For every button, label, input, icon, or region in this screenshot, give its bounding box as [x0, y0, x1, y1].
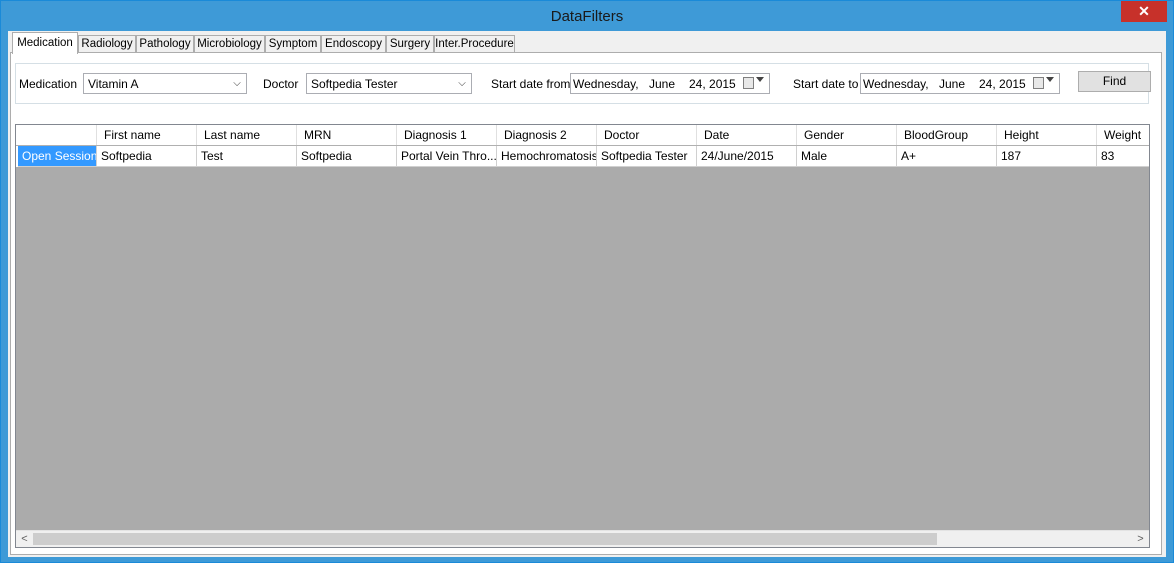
- cell-gender[interactable]: Male: [797, 146, 897, 167]
- cell-height[interactable]: 187: [997, 146, 1097, 167]
- cell-date[interactable]: 24/June/2015: [697, 146, 797, 167]
- tab-pathology[interactable]: Pathology: [136, 35, 194, 53]
- close-button[interactable]: ✕: [1121, 1, 1167, 22]
- start-to-day-year: 24, 2015: [979, 77, 1026, 91]
- calendar-icon[interactable]: [743, 77, 754, 89]
- tab-radiology[interactable]: Radiology: [78, 35, 136, 53]
- column-header-first-name[interactable]: First name: [97, 125, 197, 145]
- column-header-date[interactable]: Date: [697, 125, 797, 145]
- scroll-right-icon[interactable]: >: [1132, 531, 1149, 547]
- column-header-diagnosis-2[interactable]: Diagnosis 2: [497, 125, 597, 145]
- start-date-to-picker[interactable]: Wednesday, June 24, 2015: [860, 73, 1060, 94]
- tab-inter-procedure[interactable]: Inter.Procedure: [434, 35, 515, 53]
- scroll-left-icon[interactable]: <: [16, 531, 33, 547]
- grid-header-row: First name Last name MRN Diagnosis 1 Dia…: [16, 125, 1149, 146]
- dropdown-arrow-icon[interactable]: [1046, 77, 1054, 82]
- calendar-icon[interactable]: [1033, 77, 1044, 89]
- doctor-value: Softpedia Tester: [311, 77, 398, 91]
- medication-label: Medication: [19, 77, 78, 91]
- cell-first-name[interactable]: Softpedia: [97, 146, 197, 167]
- start-date-from-picker[interactable]: Wednesday, June 24, 2015: [570, 73, 770, 94]
- medication-dropdown[interactable]: Vitamin A ⌵: [83, 73, 247, 94]
- start-date-from-label: Start date from: [491, 77, 571, 91]
- window-title: DataFilters: [550, 8, 624, 25]
- results-grid[interactable]: First name Last name MRN Diagnosis 1 Dia…: [15, 124, 1150, 548]
- open-session-cell[interactable]: Open Session: [18, 146, 97, 167]
- medication-value: Vitamin A: [88, 77, 139, 91]
- tab-medication[interactable]: Medication: [12, 32, 78, 54]
- find-button[interactable]: Find: [1078, 71, 1151, 92]
- column-header-height[interactable]: Height: [997, 125, 1097, 145]
- scrollbar-thumb[interactable]: [33, 533, 937, 545]
- cell-last-name[interactable]: Test: [197, 146, 297, 167]
- column-header-action[interactable]: [16, 125, 97, 145]
- column-header-bloodgroup[interactable]: BloodGroup: [897, 125, 997, 145]
- tab-surgery[interactable]: Surgery: [386, 35, 434, 53]
- cell-weight[interactable]: 83: [1097, 146, 1149, 167]
- start-from-day-year: 24, 2015: [689, 77, 736, 91]
- chevron-down-icon: ⌵: [233, 78, 241, 89]
- horizontal-scrollbar[interactable]: < >: [16, 530, 1149, 547]
- column-header-doctor[interactable]: Doctor: [597, 125, 697, 145]
- start-from-weekday: Wednesday,: [573, 77, 639, 91]
- column-header-gender[interactable]: Gender: [797, 125, 897, 145]
- chevron-down-icon: ⌵: [458, 78, 466, 89]
- filter-group: Medication Vitamin A ⌵ Doctor Softpedia …: [15, 63, 1151, 104]
- title-bar[interactable]: DataFilters ✕: [1, 1, 1173, 31]
- app-window: DataFilters ✕ Medication Radiology Patho…: [0, 0, 1174, 563]
- doctor-label: Doctor: [263, 77, 299, 91]
- client-area: Medication Radiology Pathology Microbiol…: [8, 31, 1166, 557]
- start-to-weekday: Wednesday,: [863, 77, 929, 91]
- dropdown-arrow-icon[interactable]: [756, 77, 764, 82]
- start-from-month: June: [649, 77, 676, 91]
- column-header-diagnosis-1[interactable]: Diagnosis 1: [397, 125, 497, 145]
- medication-tab-panel: Medication Vitamin A ⌵ Doctor Softpedia …: [10, 52, 1162, 555]
- cell-mrn[interactable]: Softpedia: [297, 146, 397, 167]
- table-row[interactable]: Open Session Softpedia Test Softpedia Po…: [16, 146, 1149, 167]
- cell-diagnosis-2[interactable]: Hemochromatosis: [497, 146, 597, 167]
- start-to-month: June: [939, 77, 966, 91]
- column-header-last-name[interactable]: Last name: [197, 125, 297, 145]
- doctor-dropdown[interactable]: Softpedia Tester ⌵: [306, 73, 472, 94]
- cell-doctor[interactable]: Softpedia Tester: [597, 146, 697, 167]
- start-date-to-label: Start date to: [793, 77, 859, 91]
- cell-diagnosis-1[interactable]: Portal Vein Thro...: [397, 146, 497, 167]
- column-header-weight[interactable]: Weight: [1097, 125, 1149, 145]
- tab-microbiology[interactable]: Microbiology: [194, 35, 265, 53]
- tab-endoscopy[interactable]: Endoscopy: [321, 35, 386, 53]
- cell-bloodgroup[interactable]: A+: [897, 146, 997, 167]
- tab-symptom[interactable]: Symptom: [265, 35, 321, 53]
- column-header-mrn[interactable]: MRN: [297, 125, 397, 145]
